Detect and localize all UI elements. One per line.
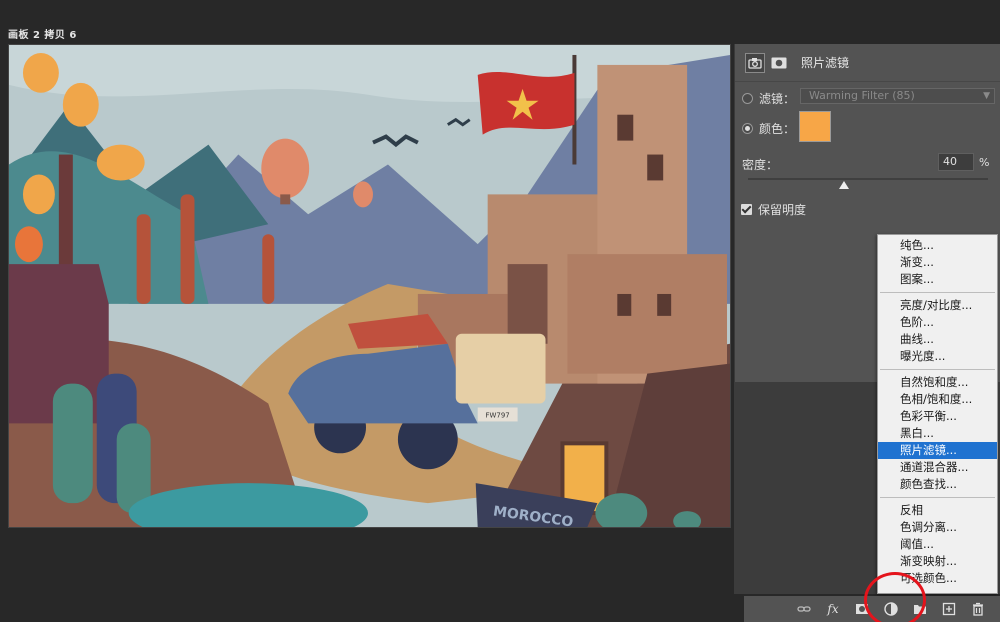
- density-label: 密度：: [742, 158, 779, 172]
- menu-item[interactable]: 照片滤镜...: [878, 442, 997, 459]
- density-unit: %: [979, 156, 990, 169]
- menu-item[interactable]: 色阶...: [878, 314, 997, 331]
- menu-item[interactable]: 阈值...: [878, 536, 997, 553]
- filter-label: 滤镜：: [759, 92, 796, 106]
- menu-separator: [880, 497, 995, 498]
- image-canvas[interactable]: FW797 MOROCCO: [8, 44, 731, 528]
- menu-item[interactable]: 黑白...: [878, 425, 997, 442]
- menu-item[interactable]: 曝光度...: [878, 348, 997, 365]
- menu-item[interactable]: 色彩平衡...: [878, 408, 997, 425]
- color-option[interactable]: 颜色：: [742, 120, 795, 137]
- preserve-luminosity[interactable]: 保留明度: [741, 201, 806, 218]
- color-radio[interactable]: [742, 123, 753, 134]
- density-row: 密度：: [742, 156, 778, 173]
- menu-item[interactable]: 反相: [878, 502, 997, 519]
- color-swatch[interactable]: [799, 111, 831, 142]
- menu-item[interactable]: 渐变映射...: [878, 553, 997, 570]
- menu-item[interactable]: 通道混合器...: [878, 459, 997, 476]
- license-plate: FW797: [486, 411, 510, 419]
- menu-item[interactable]: 颜色查找...: [878, 476, 997, 493]
- filter-select[interactable]: Warming Filter (85) ▼: [800, 88, 995, 104]
- menu-item[interactable]: 色相/饱和度...: [878, 391, 997, 408]
- properties-header: 照片滤镜: [735, 44, 1000, 82]
- mask-icon[interactable]: [769, 53, 789, 73]
- menu-item[interactable]: 图案...: [878, 271, 997, 288]
- menu-separator: [880, 369, 995, 370]
- illustration: FW797 MOROCCO: [9, 45, 730, 527]
- document-title: 画板 2 拷贝 6: [8, 30, 77, 41]
- preserve-luminosity-label: 保留明度: [758, 203, 807, 217]
- menu-item[interactable]: 自然饱和度...: [878, 374, 997, 391]
- density-input[interactable]: 40: [938, 153, 974, 171]
- menu-item[interactable]: 色调分离...: [878, 519, 997, 536]
- filter-option[interactable]: 滤镜：: [742, 90, 795, 107]
- menu-item[interactable]: 渐变...: [878, 254, 997, 271]
- density-slider-thumb[interactable]: [839, 181, 849, 189]
- adjustment-title: 照片滤镜: [801, 56, 850, 70]
- menu-item[interactable]: 纯色...: [878, 237, 997, 254]
- trash-icon[interactable]: [970, 601, 986, 617]
- color-label: 颜色：: [759, 122, 796, 136]
- filter-select-value: Warming Filter (85): [809, 89, 915, 102]
- preserve-luminosity-checkbox[interactable]: [741, 204, 752, 215]
- link-icon[interactable]: [796, 601, 812, 617]
- chevron-down-icon: ▼: [983, 91, 990, 101]
- new-layer-icon[interactable]: [941, 601, 957, 617]
- menu-item[interactable]: 亮度/对比度...: [878, 297, 997, 314]
- menu-item[interactable]: 曲线...: [878, 331, 997, 348]
- filter-radio[interactable]: [742, 93, 753, 104]
- menu-separator: [880, 292, 995, 293]
- adjustment-menu: 纯色... 渐变... 图案... 亮度/对比度... 色阶... 曲线... 曝光度...…: [877, 234, 998, 594]
- fx-icon[interactable]: fx: [825, 601, 841, 617]
- density-slider[interactable]: [748, 178, 988, 180]
- camera-icon[interactable]: [745, 52, 765, 73]
- annotation-circle: [864, 572, 926, 622]
